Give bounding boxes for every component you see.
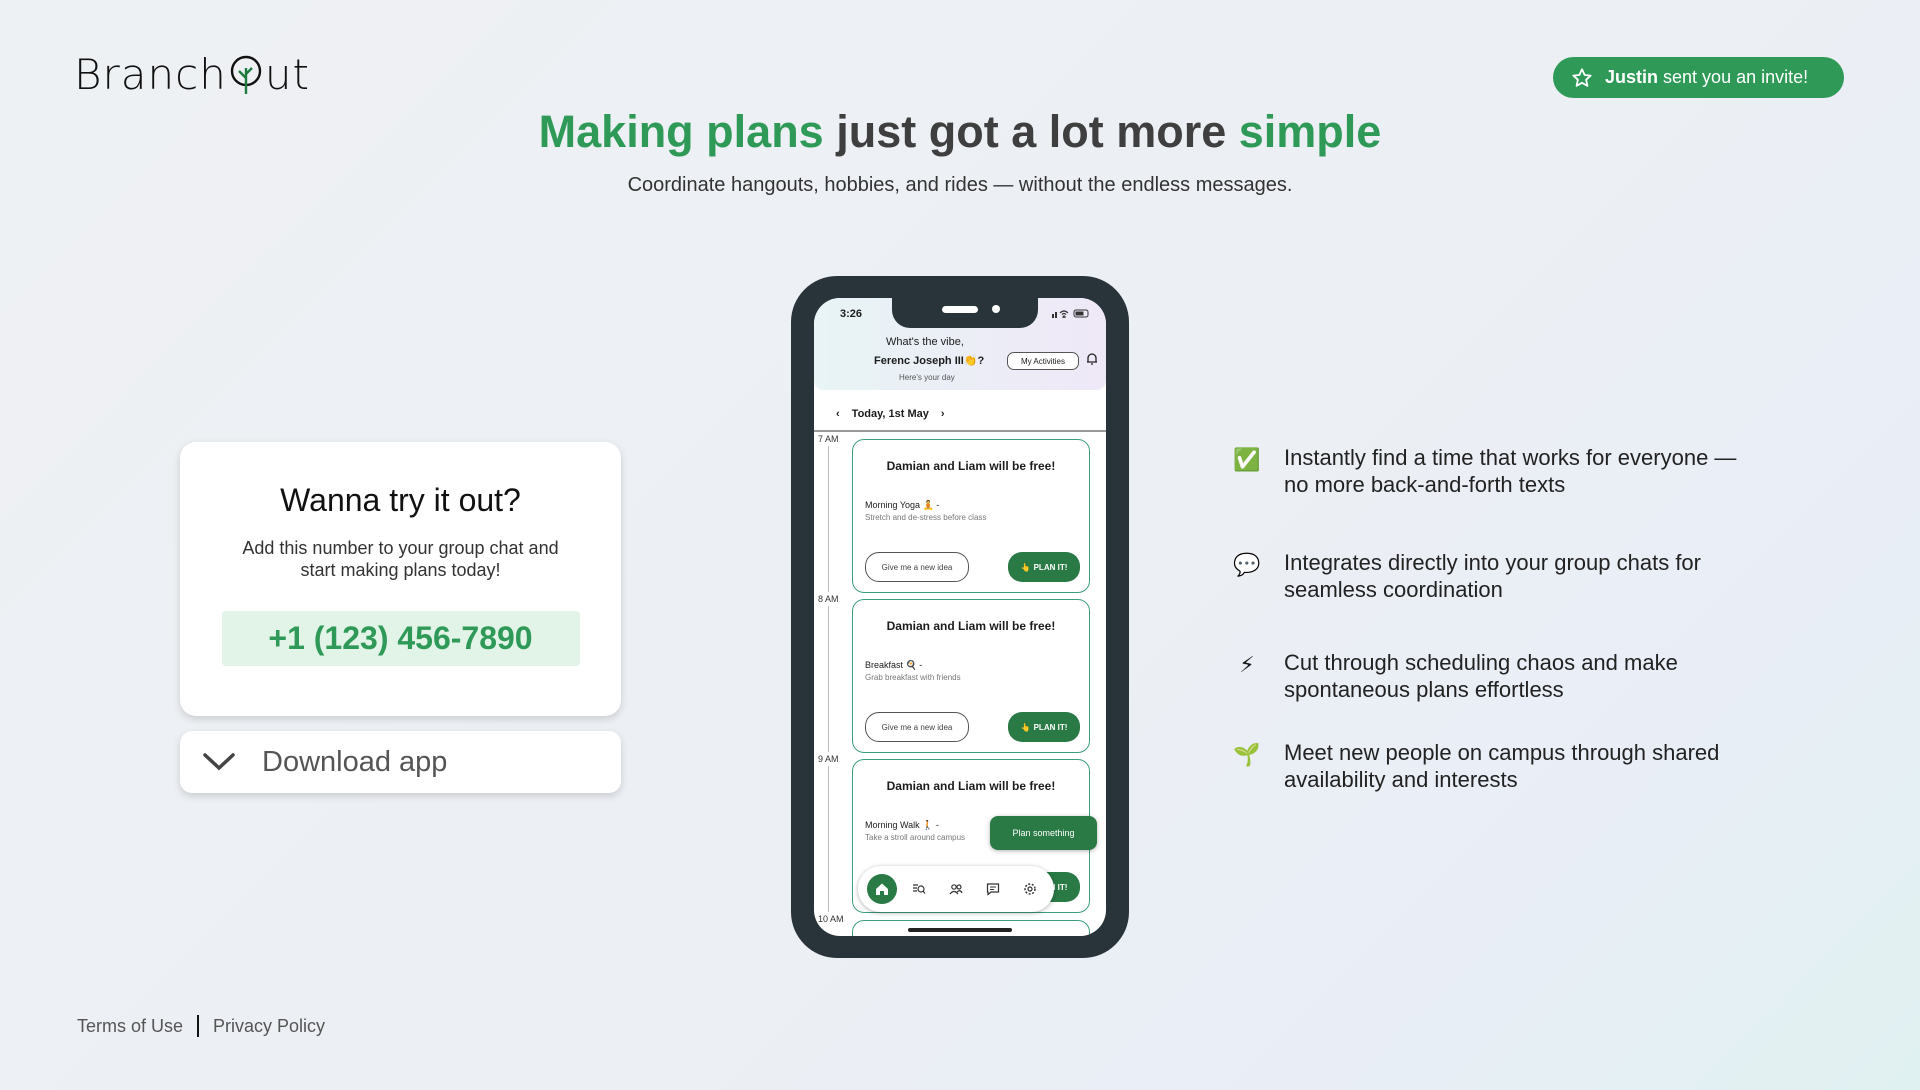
time-label: 8 AM: [818, 594, 839, 604]
timeline-line: [828, 606, 829, 752]
greeting-subtext: Here's your day: [899, 373, 955, 382]
chevron-left-icon[interactable]: ‹: [836, 408, 840, 420]
plan-it-button[interactable]: 👆PLAN IT!: [1008, 552, 1080, 582]
event-name: Morning Yoga 🧘 -: [865, 500, 940, 510]
invite-message: sent you an invite!: [1663, 67, 1809, 87]
event-description: Grab breakfast with friends: [865, 673, 961, 682]
plan-icon: 👆: [1020, 562, 1031, 572]
brand-name-left: Branch: [74, 49, 227, 99]
event-title: Damian and Liam will be free!: [886, 779, 1056, 793]
tree-icon: [230, 55, 262, 94]
event-description: Stretch and de-stress before class: [865, 513, 987, 522]
headline-part-3: simple: [1238, 106, 1382, 157]
download-app-button[interactable]: Download app: [180, 731, 621, 793]
settings-icon[interactable]: [1015, 874, 1045, 904]
seedling-icon: 🌱: [1233, 742, 1261, 767]
phone-notch: [892, 298, 1038, 328]
time-label: 10 AM: [818, 914, 844, 924]
home-icon[interactable]: [867, 874, 898, 904]
phone-screen: 3:26 What's the vibe, Ferenc Joseph III👏…: [814, 298, 1106, 936]
phone-mockup: 3:26 What's the vibe, Ferenc Joseph III👏…: [791, 276, 1129, 958]
brand-name-right: ut: [264, 49, 310, 99]
status-icons: [1052, 308, 1094, 320]
event-title: Damian and Liam will be free!: [886, 619, 1056, 633]
feature-text: Cut through scheduling chaos and make sp…: [1284, 650, 1678, 702]
event-name: Breakfast 🍳 -: [865, 660, 923, 670]
my-activities-button[interactable]: My Activities: [1007, 352, 1079, 370]
invite-badge[interactable]: Justin sent you an invite!: [1553, 57, 1844, 98]
event-name: Morning Walk 🚶 -: [865, 820, 939, 830]
headline-part-2: just got a lot more: [836, 106, 1227, 157]
try-card-title: Wanna try it out?: [280, 482, 521, 518]
star-icon: [1572, 67, 1592, 87]
privacy-link[interactable]: Privacy Policy: [213, 1016, 325, 1037]
speech-bubble-icon: 💬: [1233, 552, 1261, 577]
invite-sender: Justin: [1605, 67, 1659, 87]
footer: Terms of Use Privacy Policy: [77, 1015, 325, 1037]
invite-text: Justin sent you an invite!: [1605, 67, 1808, 88]
chat-icon[interactable]: [978, 874, 1008, 904]
bottom-tab-bar: [858, 866, 1054, 912]
page-subtitle: Coordinate hangouts, hobbies, and rides …: [627, 174, 1293, 196]
event-card[interactable]: Damian and Liam will be free! Breakfast …: [852, 599, 1090, 753]
signal-wifi-battery-icon: [1052, 309, 1089, 319]
try-card-description: Add this number to your group chat and s…: [242, 538, 559, 580]
time-label: 7 AM: [818, 434, 839, 444]
chevron-right-icon[interactable]: ›: [941, 408, 945, 420]
headline-part-1: Making plans: [538, 106, 824, 157]
new-idea-button[interactable]: Give me a new idea: [865, 552, 969, 582]
date-navigator: ‹ Today, 1st May ›: [814, 398, 1106, 432]
greeting-line: What's the vibe,: [886, 336, 964, 348]
date-label: Today, 1st May: [851, 408, 929, 420]
download-app-label: Download app: [262, 745, 448, 778]
greeting-name: Ferenc Joseph III👏?: [874, 355, 985, 367]
plan-it-label: PLAN IT!: [1033, 562, 1068, 572]
feature-text: Meet new people on campus through shared…: [1284, 740, 1720, 792]
footer-divider: [197, 1015, 200, 1037]
phone-number-button[interactable]: +1 (123) 456-7890: [221, 611, 580, 666]
plan-something-button[interactable]: Plan something: [990, 816, 1097, 850]
plan-icon: 👆: [1020, 722, 1031, 732]
event-card[interactable]: Damian and Liam will be free! Morning Yo…: [852, 439, 1090, 593]
home-indicator: [908, 928, 1012, 932]
timeline-line: [828, 446, 829, 592]
bell-icon[interactable]: [1086, 352, 1098, 368]
time-label: 9 AM: [818, 754, 839, 764]
chevron-down-icon: [203, 753, 235, 771]
timeline-line: [828, 766, 829, 912]
event-description: Take a stroll around campus: [865, 833, 966, 842]
day-timeline[interactable]: 7 AM 8 AM 9 AM 10 AM Damian and Liam wil…: [814, 432, 1106, 936]
plan-it-button[interactable]: 👆PLAN IT!: [1008, 712, 1080, 742]
plan-it-label: PLAN IT!: [1033, 722, 1068, 732]
check-mark-icon: ✅: [1233, 447, 1261, 472]
try-it-card: Wanna try it out? Add this number to you…: [180, 442, 621, 716]
feature-text: Instantly find a time that works for eve…: [1284, 445, 1737, 497]
terms-link[interactable]: Terms of Use: [77, 1016, 183, 1037]
people-icon[interactable]: [941, 874, 971, 904]
event-title: Damian and Liam will be free!: [886, 459, 1056, 473]
brand-logo[interactable]: Branch ut: [74, 48, 310, 100]
feature-text: Integrates directly into your group chat…: [1284, 550, 1701, 602]
lightning-icon: ⚡: [1239, 652, 1255, 677]
search-icon[interactable]: [904, 874, 934, 904]
status-time: 3:26: [840, 308, 863, 320]
page-title: Making plans just got a lot more simple: [0, 106, 1920, 158]
new-idea-button[interactable]: Give me a new idea: [865, 712, 969, 742]
